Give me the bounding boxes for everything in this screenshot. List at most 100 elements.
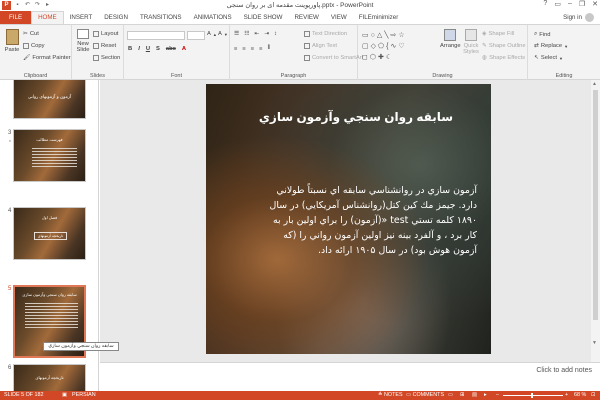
tab-file[interactable]: FILE xyxy=(0,11,32,24)
tab-fileminimizer[interactable]: FILEminimizer xyxy=(353,11,405,24)
ribbon-display-icon[interactable]: ▭ xyxy=(554,0,561,8)
zoom-out-icon[interactable]: – xyxy=(496,392,499,398)
tab-design[interactable]: DESIGN xyxy=(98,11,134,24)
normal-view-icon[interactable]: ▭ xyxy=(448,392,453,398)
columns-icon[interactable]: ⫴ xyxy=(268,45,270,52)
select-button[interactable]: ↖ Select ▼ xyxy=(534,55,563,61)
slide-thumbnail-6[interactable]: تاریخچه آزمونهای xyxy=(13,364,86,391)
fit-slide-icon[interactable]: ⊡ xyxy=(591,392,596,398)
section-button[interactable]: Section xyxy=(93,55,120,61)
tab-animations[interactable]: ANIMATIONS xyxy=(188,11,238,24)
close-icon[interactable]: ✕ xyxy=(592,0,598,8)
italic-icon[interactable]: I xyxy=(138,46,140,52)
cursor-icon: ↖ xyxy=(534,55,539,61)
help-icon[interactable]: ? xyxy=(543,0,547,8)
slide-title[interactable]: سابقه روان سنجي وآزمون سازي xyxy=(246,110,466,124)
slide-body-text[interactable]: آزمون سازي در روانشناسي سابقه اي نسبتاً … xyxy=(266,183,477,258)
shape-fill-button[interactable]: ◈ Shape Fill xyxy=(482,31,514,37)
scrollbar-thumb[interactable] xyxy=(593,90,598,320)
new-slide-button[interactable]: New Slide xyxy=(74,29,92,53)
reset-button[interactable]: Reset xyxy=(93,43,116,49)
align-left-icon[interactable]: ≡ xyxy=(234,46,237,52)
zoom-slider[interactable] xyxy=(503,395,563,396)
bold-icon[interactable]: B xyxy=(128,46,132,52)
layout-button[interactable]: Layout xyxy=(93,31,118,37)
slide-sorter-icon[interactable]: ⊞ xyxy=(460,392,465,398)
diamond-shape-icon[interactable]: ◇ xyxy=(371,43,378,50)
callout-shape-icon[interactable]: ◻ xyxy=(362,54,370,61)
shadow-icon[interactable]: S xyxy=(156,46,160,52)
sign-in-link[interactable]: Sign in xyxy=(563,13,594,22)
numbering-icon[interactable]: ☷ xyxy=(244,31,249,37)
find-button[interactable]: ⌕ Find xyxy=(534,31,551,38)
restore-icon[interactable]: ❐ xyxy=(579,0,585,8)
star-shape-icon[interactable]: ☆ xyxy=(398,32,406,39)
text-direction-button[interactable]: Text Direction xyxy=(304,31,347,37)
shapes-gallery[interactable]: ▭○△╲⇨☆ ▢◇⬠{∿♡ ◻⬡✚☾ xyxy=(362,30,434,66)
shape-effects-button[interactable]: ◍ Shape Effects xyxy=(482,55,525,61)
grow-font-button[interactable]: A ▲ xyxy=(207,31,217,37)
align-text-button[interactable]: Align Text xyxy=(304,43,337,49)
tab-view[interactable]: VIEW xyxy=(325,11,353,24)
rounded-rect-shape-icon[interactable]: ▢ xyxy=(362,43,371,50)
editor-scrollbar[interactable]: ▲ ▼ xyxy=(591,80,600,362)
tab-home[interactable]: HOME xyxy=(31,11,64,24)
font-color-icon[interactable]: A xyxy=(182,46,186,52)
increase-indent-icon[interactable]: ⇥ xyxy=(264,31,269,37)
zoom-slider-handle[interactable] xyxy=(531,393,533,398)
slide-thumbnail-3[interactable]: فهرست مطالب xyxy=(13,129,86,182)
align-right-icon[interactable]: ≡ xyxy=(251,46,254,52)
comments-toggle[interactable]: ▭ COMMENTS xyxy=(406,392,444,398)
cross-shape-icon[interactable]: ✚ xyxy=(378,54,386,61)
effects-icon: ◍ xyxy=(482,55,488,61)
slideshow-view-icon[interactable]: ▸ xyxy=(484,392,487,398)
arrange-button[interactable]: Arrange xyxy=(440,29,461,49)
underline-icon[interactable]: U xyxy=(146,46,150,52)
pentagon-shape-icon[interactable]: ⬠ xyxy=(378,43,386,50)
shrink-font-button[interactable]: A ▼ xyxy=(218,31,228,37)
replace-button[interactable]: ⇄ Replace ▼ xyxy=(534,43,568,49)
format-painter-button[interactable]: 🖌 Format Painter xyxy=(23,55,71,61)
tab-slide-show[interactable]: SLIDE SHOW xyxy=(238,11,289,24)
font-name-input[interactable] xyxy=(127,31,185,40)
strikethrough-icon[interactable]: abc xyxy=(166,46,176,52)
reading-view-icon[interactable]: ▤ xyxy=(472,392,477,398)
list-buttons[interactable]: ☰ ☷ ⇤ ⇥ ↕ xyxy=(234,31,277,37)
cut-button[interactable]: ✂ Cut xyxy=(23,31,39,37)
font-format-buttons[interactable]: B I U S abc A xyxy=(128,46,186,52)
proofing-icon[interactable]: ▣ xyxy=(62,392,67,398)
decrease-indent-icon[interactable]: ⇤ xyxy=(254,31,259,37)
convert-smartart-button[interactable]: Convert to SmartArt xyxy=(304,55,363,61)
zoom-in-icon[interactable]: + xyxy=(565,392,568,398)
notes-pane[interactable]: Click to add notes xyxy=(100,362,600,391)
scroll-down-icon[interactable]: ▼ xyxy=(592,340,597,346)
minimize-icon[interactable]: – xyxy=(568,0,572,8)
language-indicator[interactable]: PERSIAN xyxy=(72,392,96,398)
align-buttons[interactable]: ≡ ≡ ≡ ≡ ⫴ xyxy=(234,45,270,52)
quick-styles-button[interactable]: Quick Styles xyxy=(461,29,481,55)
notes-toggle[interactable]: ≙ NOTES xyxy=(378,392,403,398)
slide-thumbnail-2[interactable]: آزمون و آزمونهای روانی xyxy=(13,80,86,119)
line-spacing-icon[interactable]: ↕ xyxy=(274,31,277,37)
shape-outline-button[interactable]: ✎ Shape Outline xyxy=(482,43,526,49)
notes-placeholder[interactable]: Click to add notes xyxy=(536,367,592,374)
heart-shape-icon[interactable]: ♡ xyxy=(398,43,406,50)
bullets-icon[interactable]: ☰ xyxy=(234,31,239,37)
tab-review[interactable]: REVIEW xyxy=(288,11,324,24)
zoom-level[interactable]: 68 % xyxy=(574,392,586,398)
font-size-input[interactable] xyxy=(187,31,205,40)
slide-editor[interactable]: سابقه روان سنجي وآزمون سازي آزمون سازي د… xyxy=(100,80,591,362)
sign-in-label: Sign in xyxy=(563,14,582,21)
current-slide[interactable]: سابقه روان سنجي وآزمون سازي آزمون سازي د… xyxy=(206,84,491,354)
justify-icon[interactable]: ≡ xyxy=(259,46,262,52)
moon-shape-icon[interactable]: ☾ xyxy=(386,54,394,61)
tab-insert[interactable]: INSERT xyxy=(64,11,99,24)
hexagon-shape-icon[interactable]: ⬡ xyxy=(370,54,378,61)
rectangle-shape-icon[interactable]: ▭ xyxy=(362,32,371,39)
paste-button[interactable]: Paste xyxy=(3,29,21,53)
scroll-up-icon[interactable]: ▲ xyxy=(592,81,597,87)
align-center-icon[interactable]: ≡ xyxy=(242,46,245,52)
tab-transitions[interactable]: TRANSITIONS xyxy=(134,11,188,24)
copy-button[interactable]: Copy xyxy=(23,43,45,49)
slide-thumbnail-4[interactable]: فصل اول تاریخچه آزمونهای xyxy=(13,207,86,260)
